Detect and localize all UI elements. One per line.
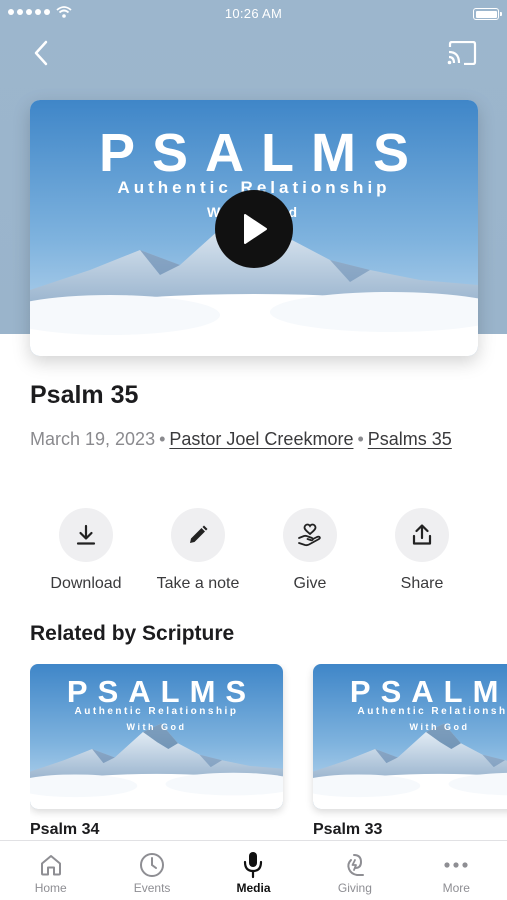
back-button[interactable] <box>26 38 56 68</box>
clock-icon <box>140 853 165 877</box>
sermon-video-thumbnail[interactable]: PSALMS Authentic Relationship With God <box>30 100 478 356</box>
tab-label: More <box>442 881 470 895</box>
tab-giving[interactable]: Giving <box>304 841 405 900</box>
chevron-left-icon <box>34 40 48 66</box>
related-item-label: Psalm 34 <box>30 821 100 838</box>
thumbnail-subtitle-2: With God <box>126 722 187 732</box>
related-thumbnail: PSALMS Authentic Relationship With God <box>313 664 507 809</box>
meta-separator: • <box>159 429 166 449</box>
related-item-label: Psalm 33 <box>313 821 383 838</box>
play-button[interactable] <box>215 190 293 268</box>
sermon-date: March 19, 2023 <box>30 429 156 449</box>
cast-icon <box>447 41 477 65</box>
series-link[interactable]: Psalms 35 <box>368 429 452 449</box>
battery-icon <box>473 8 502 20</box>
share-label: Share <box>400 575 444 592</box>
related-thumbnail: PSALMS Authentic Relationship With God <box>30 664 283 809</box>
give-button[interactable]: Give <box>254 508 366 593</box>
download-icon <box>76 524 96 545</box>
giving-icon <box>347 854 364 876</box>
cast-button[interactable] <box>445 38 479 68</box>
download-label: Download <box>50 575 122 592</box>
tab-events[interactable]: Events <box>101 841 202 900</box>
tab-media[interactable]: Media <box>203 841 304 900</box>
share-icon <box>412 524 432 545</box>
related-section-title: Related by Scripture <box>30 622 235 645</box>
take-note-label: Take a note <box>156 575 240 592</box>
tab-bar: Home Events Media Giving More <box>0 840 507 900</box>
status-bar: 10:26 AM <box>0 0 507 28</box>
take-note-button[interactable]: Take a note <box>142 508 254 593</box>
play-icon <box>244 214 267 244</box>
thumbnail-subtitle-2: With God <box>409 722 470 732</box>
speaker-link[interactable]: Pastor Joel Creekmore <box>169 429 353 449</box>
thumbnail-title: PSALMS <box>66 674 257 709</box>
tab-label: Media <box>236 881 271 895</box>
related-carousel[interactable]: PSALMS Authentic Relationship With God P… <box>30 664 507 840</box>
sermon-meta: March 19, 2023 • Pastor Joel Creekmore • Psa… <box>30 426 478 453</box>
thumbnail-subtitle: Authentic Relationship <box>74 706 239 717</box>
tab-home[interactable]: Home <box>0 841 101 900</box>
microphone-icon <box>244 852 263 879</box>
thumbnail-title: PSALMS <box>349 674 507 709</box>
share-button[interactable]: Share <box>366 508 478 593</box>
heart-hand-icon <box>298 523 321 547</box>
action-buttons: Download Take a note Give Share <box>30 508 478 598</box>
tab-label: Home <box>34 881 67 895</box>
tab-label: Events <box>133 881 171 895</box>
related-item[interactable]: PSALMS Authentic Relationship With God P… <box>313 664 507 839</box>
pencil-icon <box>190 525 208 543</box>
meta-separator: • <box>357 429 364 449</box>
related-item[interactable]: PSALMS Authentic Relationship With God P… <box>30 664 283 839</box>
thumbnail-title: PSALMS <box>98 123 427 183</box>
tab-more[interactable]: More <box>406 841 507 900</box>
download-button[interactable]: Download <box>30 508 142 593</box>
give-label: Give <box>293 575 327 592</box>
home-icon <box>40 855 61 876</box>
status-time: 10:26 AM <box>224 6 283 21</box>
thumbnail-subtitle: Authentic Relationship <box>357 706 507 717</box>
sermon-title: Psalm 35 <box>30 381 139 409</box>
tab-label: Giving <box>337 881 372 895</box>
more-icon <box>444 862 468 868</box>
